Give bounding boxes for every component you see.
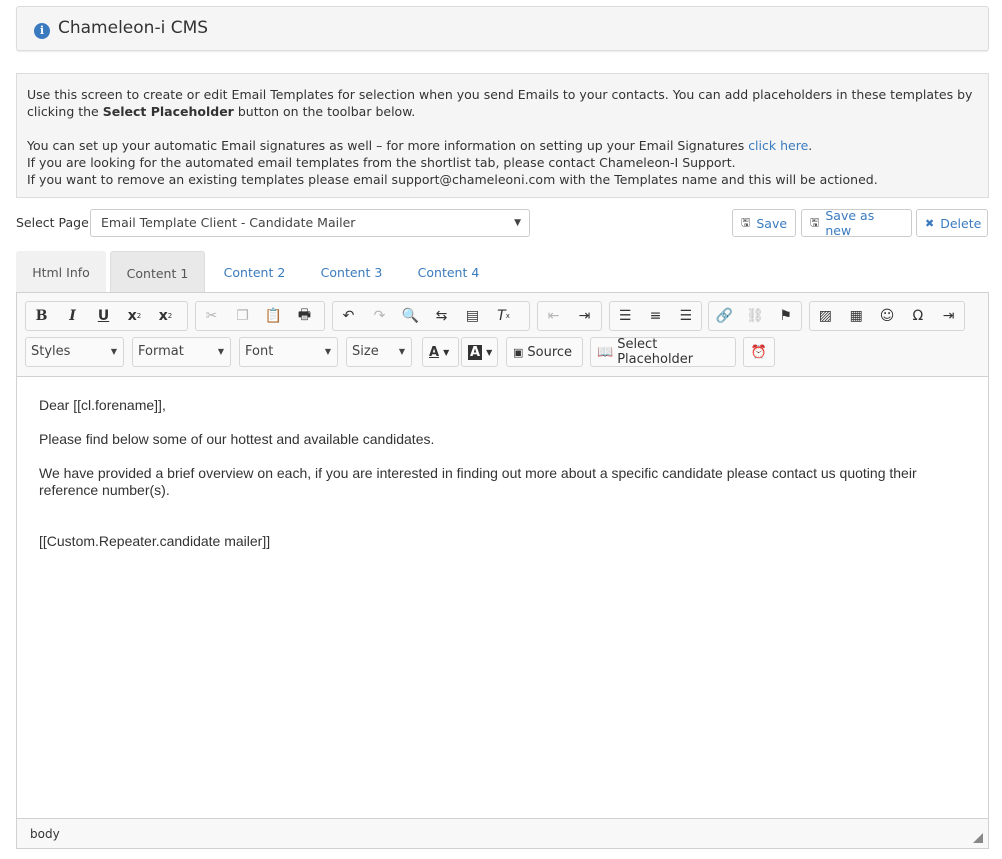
content-paragraph-1: Please find below some of our hottest an… (39, 431, 435, 447)
close-icon: ✖ (925, 216, 935, 230)
format-dropdown[interactable]: Format ▼ (132, 337, 231, 367)
background-color-icon: A (468, 344, 483, 360)
timestamp-button[interactable]: ⏰ (743, 337, 775, 367)
font-dropdown[interactable]: Font ▼ (239, 337, 338, 367)
undo-find-group: ↶ ↷ 🔍 ⇆ ▤ Tx (332, 301, 530, 331)
align-right-icon[interactable]: ☰ (671, 302, 701, 330)
align-group: ☰ ≡ ☰ (609, 301, 702, 331)
alarm-clock-icon: ⏰ (750, 344, 768, 360)
source-button[interactable]: ▣ Source (506, 337, 583, 367)
align-center-icon[interactable]: ≡ (640, 302, 670, 330)
source-code-icon: ▣ (513, 345, 524, 359)
save-button[interactable]: 🖫 Save (732, 209, 796, 237)
click-here-link[interactable]: click here (748, 138, 808, 153)
indent-group: ⇤ ⇥ (537, 301, 602, 331)
page-break-icon[interactable]: ⇥ (933, 302, 964, 330)
notice-paragraph-3: If you are looking for the automated ema… (27, 155, 736, 170)
caret-down-icon: ▼ (398, 347, 405, 356)
tab-content-4[interactable]: Content 4 (406, 251, 491, 293)
floppy-disk-icon: 🖫 (810, 215, 820, 229)
notice-paragraph-1: Use this screen to create or edit Email … (27, 87, 973, 119)
info-icon: i (34, 23, 50, 39)
instructions-notice: Use this screen to create or edit Email … (16, 73, 989, 198)
cut-icon[interactable]: ✂ (196, 302, 227, 330)
notice-bold-select-placeholder: Select Placeholder (102, 104, 234, 119)
remove-format-icon[interactable]: Tx (488, 302, 519, 330)
caret-down-icon: ▼ (110, 347, 117, 356)
copy-icon[interactable]: ❐ (227, 302, 258, 330)
background-color-button[interactable]: A ▼ (461, 337, 498, 367)
unlink-icon[interactable]: ⛓ (740, 302, 771, 330)
header-panel: i Chameleon-i CMS (16, 6, 989, 51)
delete-button[interactable]: ✖ Delete (916, 209, 988, 237)
text-color-icon: A (429, 344, 440, 360)
caret-down-icon: ▼ (217, 347, 224, 356)
indent-icon[interactable]: ⇥ (569, 302, 600, 330)
caret-down-icon: ▼ (486, 347, 493, 357)
select-all-icon[interactable]: ▤ (457, 302, 488, 330)
page-title: Chameleon-i CMS (58, 18, 209, 38)
subscript-button[interactable]: x2 (119, 302, 150, 330)
floppy-disk-icon: 🖫 (741, 215, 751, 229)
select-page-value: Email Template Client - Candidate Mailer (101, 215, 356, 230)
notice-paragraph-2: You can set up your automatic Email sign… (27, 138, 813, 153)
special-char-omega-icon[interactable]: Ω (902, 302, 933, 330)
table-icon[interactable]: ▦ (841, 302, 872, 330)
find-icon[interactable]: 🔍 (395, 302, 426, 330)
styles-dropdown[interactable]: Styles ▼ (25, 337, 124, 367)
undo-icon[interactable]: ↶ (333, 302, 364, 330)
insert-group: ▨ ▦ ☺ Ω ⇥ (809, 301, 965, 331)
size-dropdown[interactable]: Size ▼ (346, 337, 412, 367)
content-placeholder: [[Custom.Repeater.candidate mailer]] (39, 533, 271, 549)
resize-handle-icon[interactable] (973, 833, 983, 843)
bold-button[interactable]: B (26, 302, 57, 330)
tab-content-3[interactable]: Content 3 (309, 251, 394, 293)
smiley-icon[interactable]: ☺ (872, 302, 903, 330)
align-left-icon[interactable]: ☰ (610, 302, 640, 330)
select-page-dropdown[interactable]: Email Template Client - Candidate Mailer… (90, 209, 530, 237)
select-placeholder-button[interactable]: 📖 Select Placeholder (590, 337, 736, 367)
save-as-new-button[interactable]: 🖫 Save as new (801, 208, 912, 238)
clipboard-group: ✂ ❐ 📋 🖶 (195, 301, 325, 331)
content-paragraph-2: We have provided a brief overview on eac… (39, 465, 917, 498)
editor-content-area[interactable]: Dear [[cl.forename]], Please find below … (39, 397, 959, 567)
italic-button[interactable]: I (57, 302, 88, 330)
rich-text-editor: B I U x2 x2 ✂ ❐ 📋 🖶 ↶ ↷ 🔍 ⇆ ▤ Tx ⇤ ⇥ ☰ ≡… (16, 292, 989, 849)
basic-styles-group: B I U x2 x2 (25, 301, 188, 331)
caret-down-icon: ▼ (514, 218, 521, 228)
print-icon[interactable]: 🖶 (289, 302, 320, 330)
element-path[interactable]: body (30, 827, 60, 841)
tab-html-info[interactable]: Html Info (16, 251, 106, 293)
select-page-label: Select Page (16, 215, 89, 230)
superscript-button[interactable]: x2 (150, 302, 181, 330)
book-icon: 📖 (597, 344, 614, 360)
content-greeting: Dear [[cl.forename]], (39, 397, 166, 413)
anchor-flag-icon[interactable]: ⚑ (770, 302, 801, 330)
tab-content-2[interactable]: Content 2 (212, 251, 297, 293)
caret-down-icon: ▼ (324, 347, 331, 356)
caret-down-icon: ▼ (443, 347, 450, 357)
notice-paragraph-4: If you want to remove an existing templa… (27, 172, 878, 187)
editor-status-bar: body (17, 818, 988, 848)
editor-toolbar: B I U x2 x2 ✂ ❐ 📋 🖶 ↶ ↷ 🔍 ⇆ ▤ Tx ⇤ ⇥ ☰ ≡… (17, 293, 988, 377)
underline-button[interactable]: U (88, 302, 119, 330)
link-group: 🔗 ⛓ ⚑ (708, 301, 802, 331)
paste-icon[interactable]: 📋 (258, 302, 289, 330)
image-icon[interactable]: ▨ (810, 302, 841, 330)
link-icon[interactable]: 🔗 (709, 302, 740, 330)
text-color-button[interactable]: A ▼ (422, 337, 459, 367)
outdent-icon[interactable]: ⇤ (538, 302, 569, 330)
tab-content-1[interactable]: Content 1 (110, 251, 205, 293)
redo-icon[interactable]: ↷ (364, 302, 395, 330)
replace-icon[interactable]: ⇆ (426, 302, 457, 330)
